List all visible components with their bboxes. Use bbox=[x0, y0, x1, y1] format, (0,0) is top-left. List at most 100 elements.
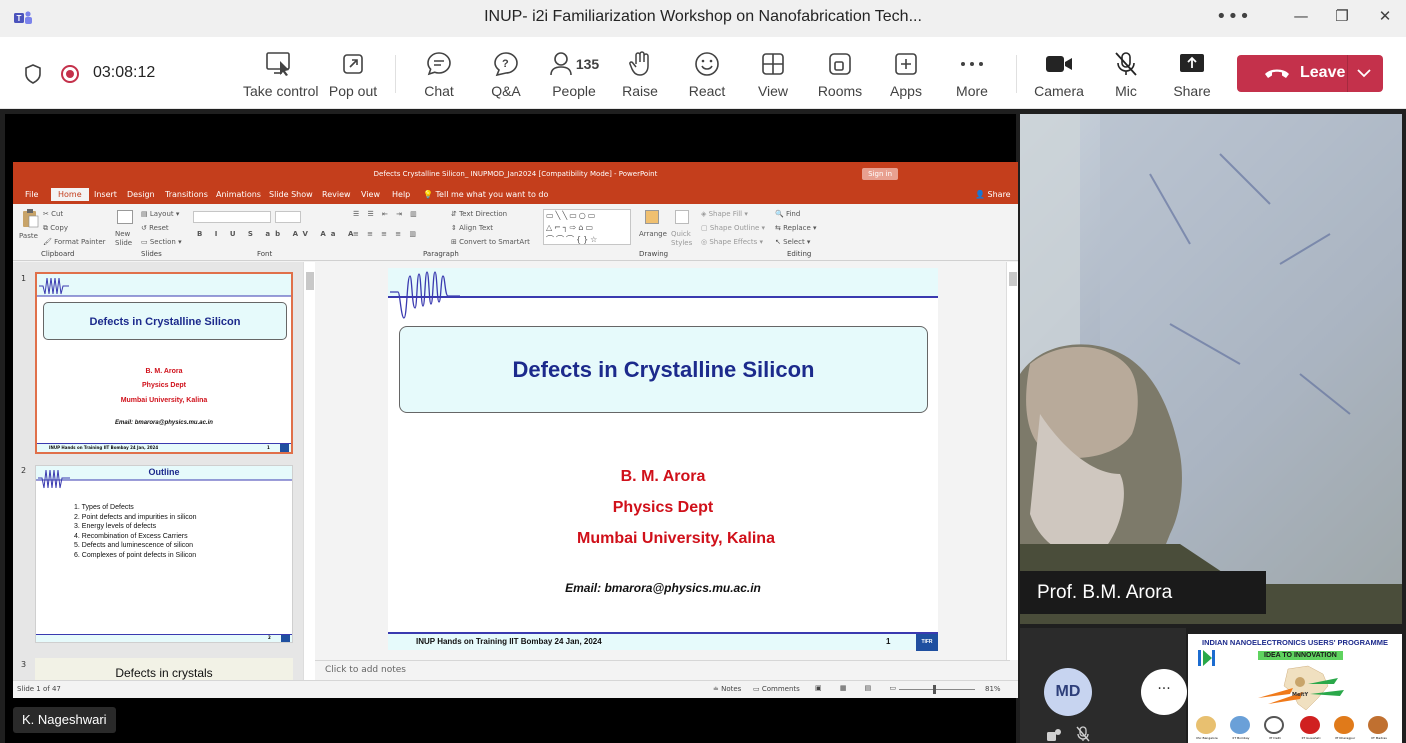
people-count: 135 bbox=[575, 56, 600, 72]
take-control-button[interactable]: Take control bbox=[243, 49, 318, 101]
participant-mic-muted-icon bbox=[1076, 726, 1090, 742]
align-buttons[interactable]: ≡ ≡ ≡ ≡ ▥ bbox=[353, 230, 419, 238]
ppt-tab-design[interactable]: Design bbox=[127, 190, 155, 199]
pop-out-icon bbox=[343, 54, 363, 74]
text-direction-label: Text Direction bbox=[459, 210, 508, 218]
tifr-logo-icon: TIFR bbox=[916, 634, 938, 651]
text-direction-button[interactable]: ⇵ Text Direction bbox=[451, 210, 507, 218]
close-button[interactable]: ✕ bbox=[1365, 4, 1405, 28]
ppt-share-button[interactable]: 👤 Share bbox=[975, 190, 1011, 199]
shapes-gallery[interactable]: ▭╲╲▭○▭ △⌐┐⇨⌂▭ ⌒⌒⌒{}☆ bbox=[543, 209, 631, 245]
minimize-button[interactable]: — bbox=[1281, 4, 1321, 28]
meeting-timer: 03:08:12 bbox=[93, 64, 156, 81]
more-button[interactable]: More bbox=[953, 49, 991, 101]
list-buttons[interactable]: ☰ ☰ ⇤ ⇥ ▥ bbox=[353, 210, 420, 218]
shape-fill-button[interactable]: ◈ Shape Fill ▾ bbox=[701, 210, 748, 218]
chevron-down-icon[interactable] bbox=[1355, 63, 1373, 83]
institute-logo-icon bbox=[1300, 716, 1320, 734]
raise-hand-button[interactable]: Raise bbox=[620, 49, 660, 101]
view-label: View bbox=[757, 83, 789, 99]
ppt-tab-animations[interactable]: Animations bbox=[216, 190, 261, 199]
convert-smartart-button[interactable]: ⊞ Convert to SmartArt bbox=[451, 238, 530, 246]
copy-button[interactable]: ⧉ Copy bbox=[43, 224, 68, 233]
select-button[interactable]: ↖ Select ▾ bbox=[775, 238, 810, 246]
shape-effects-button[interactable]: ◎ Shape Effects ▾ bbox=[701, 238, 763, 246]
ppt-tab-insert[interactable]: Insert bbox=[94, 190, 117, 199]
ppt-tab-file[interactable]: File bbox=[25, 190, 38, 199]
qa-icon: ? bbox=[494, 52, 518, 77]
main-slide-canvas[interactable]: Defects in Crystalline Silicon B. M. Aro… bbox=[388, 268, 938, 651]
ppt-sign-in-button[interactable]: Sign in bbox=[862, 168, 898, 180]
ppt-tab-home[interactable]: Home bbox=[51, 188, 89, 201]
comments-toggle-button[interactable]: ▭ Comments bbox=[753, 685, 800, 693]
arrange-icon[interactable] bbox=[645, 210, 659, 224]
qa-button[interactable]: ? Q&A bbox=[486, 49, 526, 101]
reset-button[interactable]: ↺ Reset bbox=[141, 224, 169, 232]
slide-scrollbar[interactable] bbox=[1006, 262, 1018, 660]
slide-thumbnail-3[interactable]: Defects in crystals bbox=[35, 658, 293, 680]
cut-button[interactable]: ✂ Cut bbox=[43, 210, 63, 218]
window-more-button[interactable]: ••• bbox=[1216, 6, 1251, 27]
mic-button[interactable]: Mic bbox=[1108, 49, 1144, 101]
thumb-univ: Mumbai University, Kalina bbox=[120, 397, 208, 404]
new-slide-icon[interactable] bbox=[117, 210, 133, 224]
speaker-video-tile[interactable] bbox=[1020, 114, 1402, 624]
paste-icon[interactable] bbox=[21, 208, 39, 228]
font-format-buttons[interactable]: B I U S ab AV Aa A bbox=[197, 230, 358, 238]
share-button[interactable]: Share bbox=[1170, 49, 1214, 101]
window-title: INUP- i2i Familiarization Workshop on Na… bbox=[484, 8, 922, 25]
align-text-button[interactable]: ⇕ Align Text bbox=[451, 224, 493, 232]
arrange-label[interactable]: Arrange bbox=[639, 230, 667, 238]
chat-button[interactable]: Chat bbox=[418, 49, 460, 101]
maximize-button[interactable]: ❐ bbox=[1322, 4, 1362, 28]
ppt-tell-me[interactable]: 💡 Tell me what you want to do bbox=[423, 190, 548, 199]
paste-label[interactable]: Paste bbox=[19, 232, 38, 240]
quick-styles-label[interactable]: Quick Styles bbox=[671, 230, 695, 248]
format-painter-button[interactable]: 🖌 Format Painter bbox=[43, 238, 106, 246]
ppt-status-bar: Slide 1 of 47 ≐ Notes ▭ Comments ▣ ▦ ▤ ▭… bbox=[13, 680, 1018, 698]
leave-button[interactable]: Leave bbox=[1237, 55, 1383, 92]
ppt-tab-transitions[interactable]: Transitions bbox=[165, 190, 208, 199]
speaker-video-feed bbox=[1020, 114, 1402, 624]
react-button[interactable]: React bbox=[688, 49, 726, 101]
more-participants-button[interactable]: ··· bbox=[1141, 669, 1187, 715]
tell-me-label: Tell me what you want to do bbox=[435, 190, 549, 199]
shape-outline-button[interactable]: ▢ Shape Outline ▾ bbox=[701, 224, 765, 232]
people-button[interactable]: 135 People bbox=[546, 49, 602, 101]
slide-thumbnail-1[interactable]: Defects in Crystalline Silicon B. M. Aro… bbox=[35, 272, 293, 454]
ppt-tab-help[interactable]: Help bbox=[392, 190, 410, 199]
replace-button[interactable]: ⇆ Replace ▾ bbox=[775, 224, 817, 232]
slide-thumbnail-2[interactable]: Outline 1. Types of Defects 2. Point def… bbox=[35, 465, 293, 643]
rooms-button[interactable]: Rooms bbox=[817, 49, 863, 101]
view-mode-buttons[interactable]: ▣ ▦ ▤ ▭ bbox=[815, 684, 904, 692]
raise-label: Raise bbox=[622, 83, 658, 99]
meeting-toolbar: 03:08:12 Take control Pop out Chat ? Q&A… bbox=[0, 37, 1406, 109]
font-name-box[interactable] bbox=[193, 211, 271, 223]
ppt-tab-review[interactable]: Review bbox=[322, 190, 351, 199]
section-button[interactable]: ▭ Section ▾ bbox=[141, 238, 182, 246]
thumbnail-number: 2 bbox=[21, 466, 27, 475]
notes-toggle-button[interactable]: ≐ Notes bbox=[713, 685, 741, 693]
quick-styles-icon[interactable] bbox=[675, 210, 689, 224]
new-slide-label[interactable]: New Slide bbox=[115, 230, 137, 248]
notes-pane[interactable]: Click to add notes bbox=[315, 660, 1010, 680]
slides-group-label: Slides bbox=[141, 250, 162, 258]
ppt-tab-slideshow[interactable]: Slide Show bbox=[269, 190, 313, 199]
layout-label: Layout bbox=[149, 210, 174, 218]
view-button[interactable]: View bbox=[755, 49, 791, 101]
ppt-tab-view[interactable]: View bbox=[361, 190, 380, 199]
apps-button[interactable]: Apps bbox=[887, 49, 925, 101]
shield-icon[interactable] bbox=[24, 64, 42, 84]
thumb-email: Email: bmarora@physics.mu.ac.in bbox=[115, 420, 213, 426]
find-button[interactable]: 🔍 Find bbox=[775, 210, 800, 218]
people-label: People bbox=[552, 83, 596, 99]
recording-indicator-icon bbox=[61, 65, 79, 83]
camera-button[interactable]: Camera bbox=[1033, 49, 1085, 101]
people-icon bbox=[550, 52, 572, 76]
font-size-box[interactable] bbox=[275, 211, 301, 223]
thumbnail-scrollbar[interactable] bbox=[303, 262, 315, 680]
institute-logos: IISc Bangalore IIT Bombay IIT Delhi IIT … bbox=[1192, 716, 1398, 742]
zoom-slider[interactable] bbox=[899, 685, 975, 694]
pop-out-button[interactable]: Pop out bbox=[327, 49, 379, 101]
layout-button[interactable]: ▤ Layout ▾ bbox=[141, 210, 179, 218]
